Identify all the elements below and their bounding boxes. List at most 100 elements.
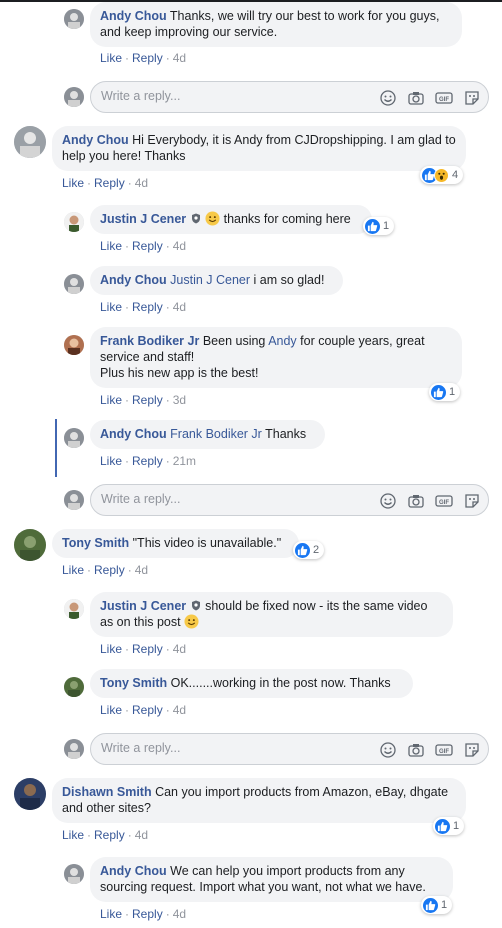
comment-bubble: Andy Chou Justin J Cener i am so glad!	[90, 266, 343, 295]
reaction-count[interactable]: 1	[429, 383, 461, 401]
camera-icon[interactable]	[406, 88, 426, 108]
reply-box[interactable]: GIF	[90, 81, 489, 113]
like-link[interactable]: Like	[100, 642, 122, 656]
avatar[interactable]	[64, 335, 84, 355]
separator-dot: ·	[165, 239, 170, 253]
like-link[interactable]: Like	[100, 300, 122, 314]
reply-link[interactable]: Reply	[132, 51, 163, 65]
comment-bubble: Tony Smith "This video is unavailable."	[52, 529, 299, 558]
reply-link[interactable]: Reply	[132, 300, 163, 314]
comment-actions: Like · Reply · 4d	[62, 563, 148, 577]
avatar[interactable]	[14, 126, 46, 158]
mention-link[interactable]: Andy	[268, 334, 297, 348]
like-link[interactable]: Like	[100, 454, 122, 468]
comment-author[interactable]: Tony Smith	[62, 536, 129, 550]
camera-icon[interactable]	[406, 491, 426, 511]
like-link[interactable]: Like	[100, 393, 122, 407]
avatar[interactable]	[64, 677, 84, 697]
comment-author[interactable]: Dishawn Smith	[62, 785, 152, 799]
comment-bubble: Andy Chou We can help you import product…	[90, 857, 453, 902]
avatar[interactable]	[14, 778, 46, 810]
sticker-icon[interactable]	[462, 740, 482, 760]
reply-link[interactable]: Reply	[132, 907, 163, 921]
gif-icon[interactable]: GIF	[434, 88, 454, 108]
sticker-icon[interactable]	[462, 491, 482, 511]
comment-actions: Like · Reply · 4d	[62, 176, 148, 190]
reply-link[interactable]: Reply	[132, 393, 163, 407]
reply-link[interactable]: Reply	[132, 642, 163, 656]
reaction-count[interactable]: 1	[363, 217, 395, 235]
comment-time[interactable]: 4d	[135, 563, 148, 577]
separator-dot: ·	[165, 300, 170, 314]
like-link[interactable]: Like	[62, 563, 84, 577]
mention-link[interactable]: Justin J Cener	[170, 273, 250, 287]
comment-time[interactable]: 4d	[173, 239, 186, 253]
reply-link[interactable]: Reply	[94, 563, 125, 577]
reply-link[interactable]: Reply	[94, 176, 125, 190]
reply-box[interactable]: GIF	[90, 484, 489, 516]
comment-text: Been using	[202, 334, 266, 348]
reaction-count[interactable]: 1	[433, 817, 465, 835]
comment-author[interactable]: Andy Chou	[100, 273, 167, 287]
like-link[interactable]: Like	[62, 828, 84, 842]
comment-time[interactable]: 4d	[173, 907, 186, 921]
avatar[interactable]	[14, 529, 46, 561]
like-link[interactable]: Like	[100, 51, 122, 65]
avatar[interactable]	[64, 864, 84, 884]
comment-time[interactable]: 3d	[173, 393, 186, 407]
reaction-count[interactable]: 4	[420, 166, 464, 184]
avatar[interactable]	[64, 274, 84, 294]
emoji-icon[interactable]	[378, 88, 398, 108]
avatar[interactable]	[64, 599, 84, 619]
like-link[interactable]: Like	[100, 907, 122, 921]
emoji-icon[interactable]	[378, 491, 398, 511]
comment-author[interactable]: Justin J Cener	[100, 599, 186, 613]
comment-text: OK.......working in the post now. Thanks	[170, 676, 391, 690]
like-link[interactable]: Like	[62, 176, 84, 190]
separator-dot: ·	[125, 703, 130, 717]
comment-author[interactable]: Andy Chou	[62, 133, 129, 147]
reply-link[interactable]: Reply	[132, 454, 163, 468]
reply-link[interactable]: Reply	[132, 703, 163, 717]
reply-input[interactable]	[101, 741, 331, 755]
comment-author[interactable]: Andy Chou	[100, 9, 167, 23]
sticker-icon[interactable]	[462, 88, 482, 108]
reply-input[interactable]	[101, 492, 331, 506]
comment-actions: Like · Reply · 21m	[100, 454, 196, 468]
reply-link[interactable]: Reply	[132, 239, 163, 253]
emoji-icon[interactable]	[378, 740, 398, 760]
mention-link[interactable]: Frank Bodiker Jr	[170, 427, 262, 441]
reaction-count[interactable]: 2	[293, 541, 325, 559]
avatar[interactable]	[64, 212, 84, 232]
reply-box[interactable]: GIF	[90, 733, 489, 765]
like-link[interactable]: Like	[100, 703, 122, 717]
comment-author[interactable]: Justin J Cener	[100, 212, 186, 226]
separator-dot: ·	[125, 239, 130, 253]
separator-dot: ·	[125, 642, 130, 656]
comment-author[interactable]: Andy Chou	[100, 864, 167, 878]
comment-time[interactable]: 21m	[173, 454, 196, 468]
comment-actions: Like · Reply · 4d	[100, 300, 186, 314]
avatar[interactable]	[64, 9, 84, 29]
comment-time[interactable]: 4d	[173, 300, 186, 314]
like-link[interactable]: Like	[100, 239, 122, 253]
comment-time[interactable]: 4d	[135, 828, 148, 842]
gif-icon[interactable]: GIF	[434, 740, 454, 760]
comment-time[interactable]: 4d	[173, 51, 186, 65]
comment-time[interactable]: 4d	[173, 642, 186, 656]
comment-time[interactable]: 4d	[135, 176, 148, 190]
comment-actions: Like · Reply · 4d	[100, 907, 186, 921]
comment-author[interactable]: Frank Bodiker Jr	[100, 334, 199, 348]
camera-icon[interactable]	[406, 740, 426, 760]
avatar[interactable]	[64, 428, 84, 448]
like-reaction-icon	[365, 218, 380, 234]
gif-icon[interactable]: GIF	[434, 491, 454, 511]
comment-time[interactable]: 4d	[173, 703, 186, 717]
like-reaction-icon	[295, 542, 310, 558]
reply-input[interactable]	[101, 89, 331, 103]
comment-author[interactable]: Andy Chou	[100, 427, 167, 441]
reply-link[interactable]: Reply	[94, 828, 125, 842]
comment-author[interactable]: Tony Smith	[100, 676, 167, 690]
reaction-count[interactable]: 1	[421, 896, 453, 914]
separator-dot: ·	[125, 300, 130, 314]
